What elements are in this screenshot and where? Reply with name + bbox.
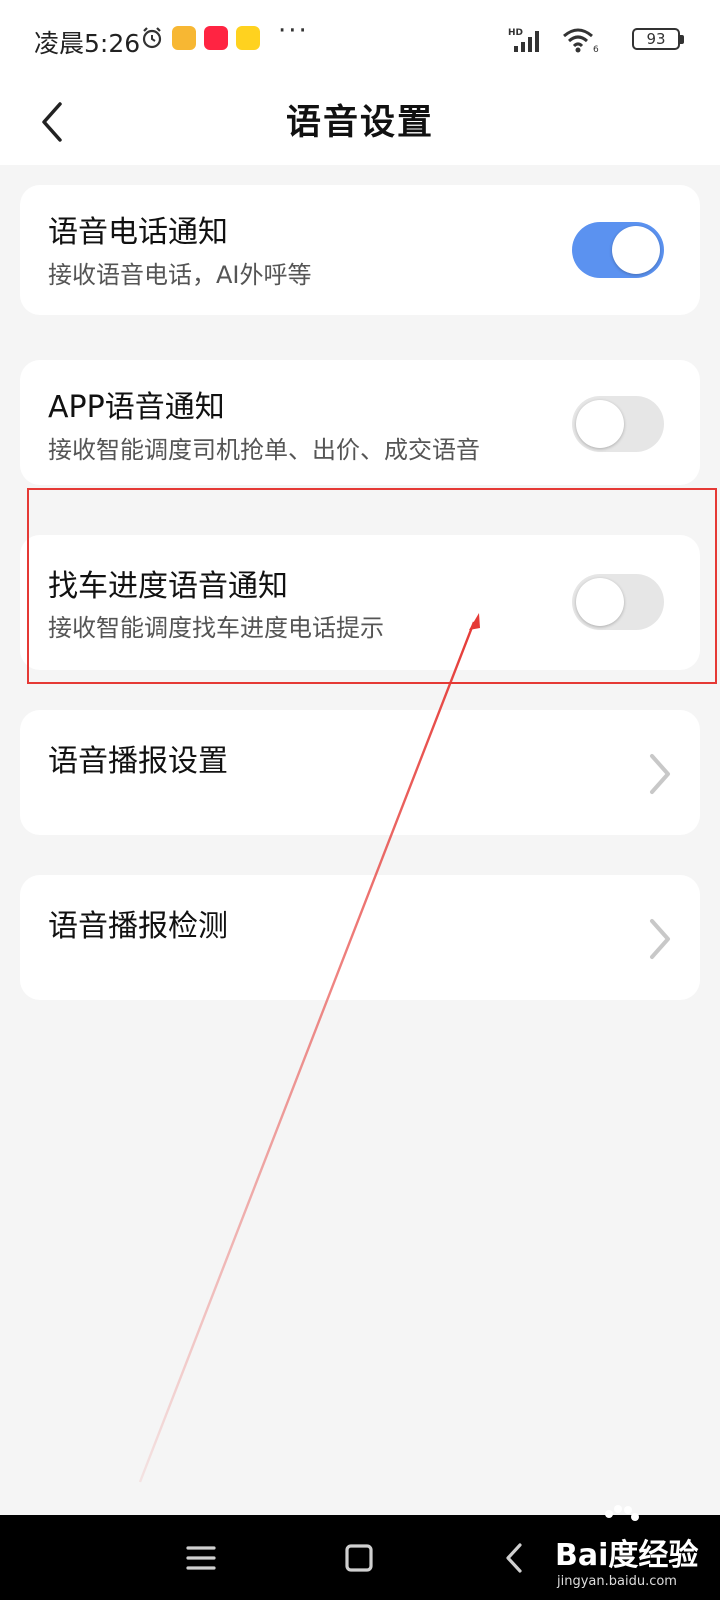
setting-subtitle: 接收智能调度司机抢单、出价、成交语音 bbox=[48, 436, 480, 464]
link-title: 语音播报检测 bbox=[48, 909, 228, 944]
toggle-knob bbox=[576, 400, 624, 448]
status-right: HD 6 93 bbox=[500, 22, 690, 56]
home-icon[interactable] bbox=[334, 1533, 384, 1583]
signal-icon: HD bbox=[508, 28, 539, 52]
voice-call-toggle[interactable] bbox=[572, 222, 664, 278]
setting-title: 找车进度语音通知 bbox=[48, 569, 288, 604]
xiaohongshu-app-icon bbox=[204, 26, 228, 50]
car-progress-toggle[interactable] bbox=[572, 574, 664, 630]
status-bar: 凌晨5:26 ··· HD 6 93 bbox=[0, 0, 720, 80]
toggle-knob bbox=[576, 578, 624, 626]
svg-text:6: 6 bbox=[593, 45, 599, 54]
voice-broadcast-test-item[interactable]: 语音播报检测 bbox=[20, 875, 700, 1000]
more-notifications-icon: ··· bbox=[278, 16, 309, 46]
link-title: 语音播报设置 bbox=[48, 744, 228, 779]
setting-card-voice-call: 语音电话通知 接收语音电话，AI外呼等 bbox=[20, 185, 700, 315]
battery-indicator: 93 bbox=[632, 28, 684, 50]
screen: 凌晨5:26 ··· HD 6 93 语音设置 语音电话通知 接收语音电话，AI… bbox=[0, 0, 720, 1600]
wifi-icon: 6 bbox=[563, 28, 599, 54]
watermark-brand: Bai度经验 bbox=[555, 1538, 699, 1573]
app-voice-toggle[interactable] bbox=[572, 396, 664, 452]
nav-back-icon[interactable] bbox=[490, 1533, 540, 1583]
setting-subtitle: 接收智能调度找车进度电话提示 bbox=[48, 614, 384, 642]
battery-level: 93 bbox=[646, 30, 666, 48]
setting-title: 语音电话通知 bbox=[48, 215, 228, 250]
menu-icon[interactable] bbox=[176, 1533, 226, 1583]
baidu-watermark: Bai度经验 jingyan.baidu.com bbox=[555, 1505, 715, 1598]
setting-subtitle: 接收语音电话，AI外呼等 bbox=[48, 261, 312, 289]
notes-app-icon bbox=[172, 26, 196, 50]
toggle-knob bbox=[612, 226, 660, 274]
status-time: 凌晨5:26 bbox=[34, 29, 141, 58]
setting-card-car-progress: 找车进度语音通知 接收智能调度找车进度电话提示 bbox=[20, 535, 700, 670]
setting-title: APP语音通知 bbox=[48, 390, 225, 425]
svg-text:HD: HD bbox=[508, 28, 523, 38]
chevron-right-icon bbox=[650, 919, 670, 959]
chevron-right-icon bbox=[650, 754, 670, 794]
page-title: 语音设置 bbox=[285, 103, 434, 143]
alarm-icon bbox=[142, 27, 162, 49]
header: 语音设置 bbox=[0, 80, 720, 165]
weibo-app-icon bbox=[236, 26, 260, 50]
setting-card-app-voice: APP语音通知 接收智能调度司机抢单、出价、成交语音 bbox=[20, 360, 700, 485]
watermark-url: jingyan.baidu.com bbox=[557, 1574, 677, 1589]
voice-broadcast-settings-item[interactable]: 语音播报设置 bbox=[20, 710, 700, 835]
